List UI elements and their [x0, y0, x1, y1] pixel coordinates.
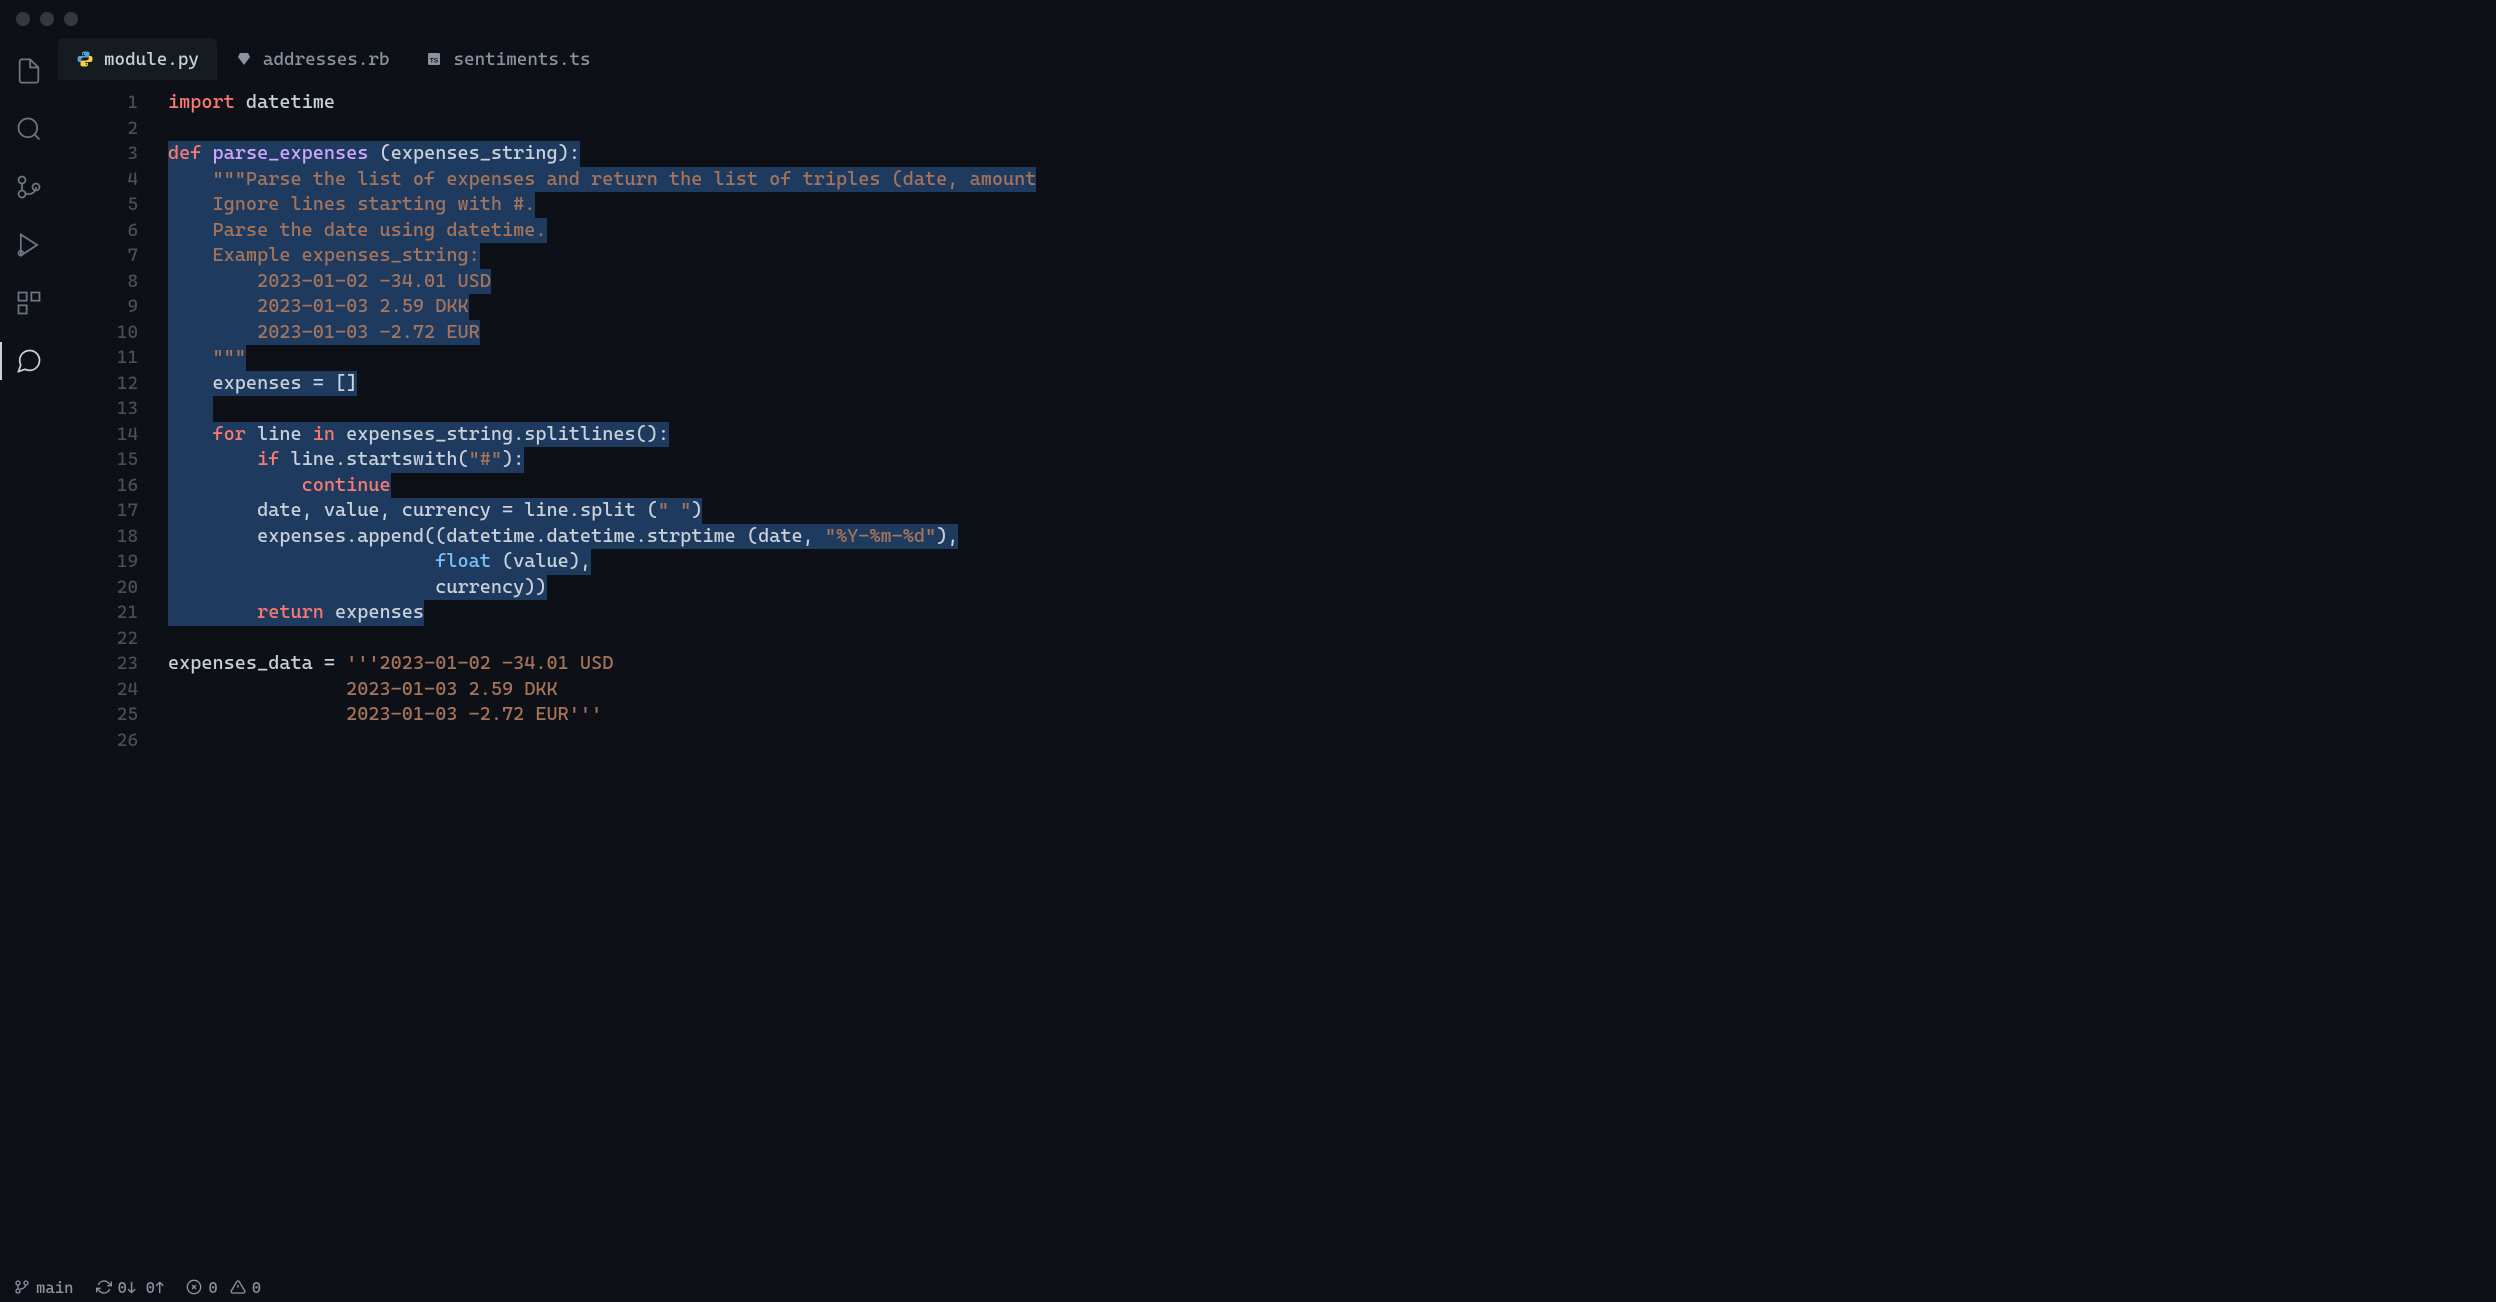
tab-label: sentiments.ts	[453, 49, 590, 70]
code-line[interactable]: 2023-01-03 2.59 DKK	[168, 677, 2496, 703]
code-line[interactable]: continue	[168, 473, 2496, 499]
tab-bar: module.py addresses.rb TS sentiments.ts	[58, 38, 2496, 80]
code-line[interactable]: """Parse the list of expenses and return…	[168, 167, 2496, 193]
sync-status[interactable]: 0↓ 0↑	[96, 1278, 165, 1297]
titlebar	[0, 0, 2496, 38]
problems-status[interactable]: 0 0	[186, 1278, 261, 1297]
line-number: 19	[58, 549, 138, 575]
code-line[interactable]	[168, 626, 2496, 652]
code-line[interactable]	[168, 116, 2496, 142]
line-number: 9	[58, 294, 138, 320]
line-number: 7	[58, 243, 138, 269]
tab-label: addresses.rb	[263, 49, 390, 70]
extensions-icon[interactable]	[14, 288, 44, 318]
code-line[interactable]: Parse the date using datetime.	[168, 218, 2496, 244]
line-number: 14	[58, 422, 138, 448]
code-line[interactable]: expenses_data = '''2023-01-02 -34.01 USD	[168, 651, 2496, 677]
code-line[interactable]: Example expenses_string:	[168, 243, 2496, 269]
line-number: 5	[58, 192, 138, 218]
traffic-light-minimize[interactable]	[40, 12, 54, 26]
code-line[interactable]: import datetime	[168, 90, 2496, 116]
code-line[interactable]	[168, 396, 2496, 422]
line-number: 20	[58, 575, 138, 601]
code-line[interactable]: Ignore lines starting with #.	[168, 192, 2496, 218]
line-number: 8	[58, 269, 138, 295]
line-number: 24	[58, 677, 138, 703]
line-number: 16	[58, 473, 138, 499]
editor[interactable]: 1234567891011121314151617181920212223242…	[58, 80, 2496, 1272]
line-number: 15	[58, 447, 138, 473]
line-number: 6	[58, 218, 138, 244]
activity-bar	[0, 38, 58, 1272]
code-line[interactable]: 2023-01-03 -2.72 EUR	[168, 320, 2496, 346]
ts-file-icon: TS	[425, 50, 443, 68]
line-number: 1	[58, 90, 138, 116]
code-line[interactable]: expenses.append((datetime.datetime.strpt…	[168, 524, 2496, 550]
search-icon[interactable]	[14, 114, 44, 144]
ruby-file-icon	[235, 50, 253, 68]
run-debug-icon[interactable]	[14, 230, 44, 260]
tab-sentiments-ts[interactable]: TS sentiments.ts	[407, 38, 608, 80]
traffic-light-zoom[interactable]	[64, 12, 78, 26]
code-line[interactable]: 2023-01-03 -2.72 EUR'''	[168, 702, 2496, 728]
line-number: 10	[58, 320, 138, 346]
code-line[interactable]: def parse_expenses (expenses_string):	[168, 141, 2496, 167]
code-line[interactable]: """	[168, 345, 2496, 371]
code-line[interactable]: date, value, currency = line.split (" ")	[168, 498, 2496, 524]
line-number: 26	[58, 728, 138, 754]
line-number: 12	[58, 371, 138, 397]
line-number: 11	[58, 345, 138, 371]
line-number: 25	[58, 702, 138, 728]
code-line[interactable]: 2023-01-03 2.59 DKK	[168, 294, 2496, 320]
sync-count: 0↓ 0↑	[118, 1278, 165, 1297]
code-line[interactable]: 2023-01-02 -34.01 USD	[168, 269, 2496, 295]
code-line[interactable]: expenses = []	[168, 371, 2496, 397]
line-number: 21	[58, 600, 138, 626]
line-number: 4	[58, 167, 138, 193]
line-number: 23	[58, 651, 138, 677]
code-line[interactable]: currency))	[168, 575, 2496, 601]
line-number: 18	[58, 524, 138, 550]
code-line[interactable]	[168, 728, 2496, 754]
python-file-icon	[76, 50, 94, 68]
tab-module-py[interactable]: module.py	[58, 38, 217, 80]
source-control-icon[interactable]	[14, 172, 44, 202]
explorer-icon[interactable]	[14, 56, 44, 86]
tab-addresses-rb[interactable]: addresses.rb	[217, 38, 408, 80]
tab-label: module.py	[104, 49, 199, 70]
traffic-light-close[interactable]	[16, 12, 30, 26]
line-number: 22	[58, 626, 138, 652]
error-count: 0	[208, 1278, 217, 1297]
line-number-gutter: 1234567891011121314151617181920212223242…	[58, 90, 168, 1272]
line-number: 2	[58, 116, 138, 142]
branch-name: main	[36, 1278, 74, 1297]
line-number: 17	[58, 498, 138, 524]
statusbar: main 0↓ 0↑ 0 0	[0, 1272, 2496, 1302]
git-branch-status[interactable]: main	[14, 1278, 74, 1297]
chat-icon[interactable]	[14, 346, 44, 376]
warning-count: 0	[252, 1278, 261, 1297]
line-number: 13	[58, 396, 138, 422]
code-line[interactable]: if line.startswith("#"):	[168, 447, 2496, 473]
code-line[interactable]: float (value),	[168, 549, 2496, 575]
svg-text:TS: TS	[430, 57, 439, 64]
line-number: 3	[58, 141, 138, 167]
code-line[interactable]: return expenses	[168, 600, 2496, 626]
code-content[interactable]: import datetime def parse_expenses (expe…	[168, 90, 2496, 1272]
code-line[interactable]: for line in expenses_string.splitlines()…	[168, 422, 2496, 448]
